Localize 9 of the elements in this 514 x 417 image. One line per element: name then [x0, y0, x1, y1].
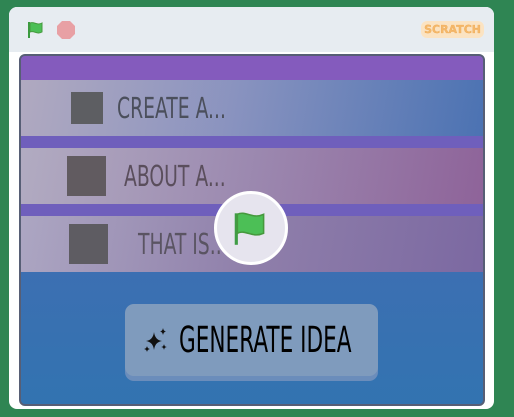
prompt-label: CREATE A... [117, 91, 226, 125]
generate-idea-button[interactable]: GENERATE IDEA [124, 304, 378, 376]
sparkles-icon [142, 327, 168, 353]
square-icon [71, 92, 103, 124]
prompt-label: THAT IS.. [138, 227, 222, 261]
stop-icon[interactable] [56, 20, 76, 40]
prompt-label: ABOUT A... [124, 159, 226, 193]
square-icon [69, 224, 108, 264]
square-icon [67, 156, 106, 196]
